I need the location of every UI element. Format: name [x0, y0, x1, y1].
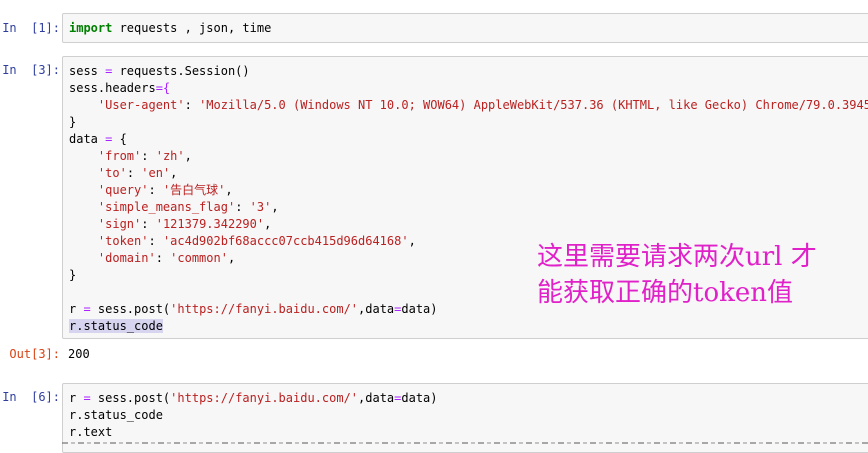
annotation-line-2: 能获取正确的token值	[537, 278, 793, 308]
code-token: 'from'	[97, 149, 142, 163]
code-token: :	[126, 166, 142, 180]
code-token: 'zh'	[155, 149, 185, 163]
code-line: 'to': 'en',	[69, 165, 868, 182]
code-token: r.status_code	[69, 319, 163, 333]
code-line: 'sign': '121379.342290',	[69, 216, 868, 233]
code-token: data)	[401, 391, 438, 405]
code-line: 'User-agent': 'Mozilla/5.0 (Windows NT 1…	[69, 97, 868, 114]
code-token: requests , json, time	[112, 21, 272, 35]
code-token: ,	[184, 149, 192, 163]
code-token: data)	[401, 302, 438, 316]
code-token: =	[83, 391, 91, 405]
code-token: }	[69, 268, 77, 282]
code-token: 'https://fanyi.baidu.com/'	[170, 302, 359, 316]
code-token: ,data	[358, 391, 395, 405]
code-token: data	[69, 132, 106, 146]
code-token: sess.headers	[69, 81, 156, 95]
code-token: {	[112, 132, 127, 146]
cell-1-code[interactable]: import requests , json, time	[63, 14, 868, 37]
code-line: sess = requests.Session()	[69, 63, 868, 80]
code-line: r.status_code	[69, 407, 868, 424]
code-token: ,data	[358, 302, 395, 316]
code-line: r.text	[69, 424, 868, 441]
code-token: import	[69, 21, 113, 35]
code-token: requests.Session()	[112, 64, 250, 78]
code-token: ,	[227, 251, 236, 265]
code-token: r	[69, 391, 84, 405]
annotation-line-1: 这里需要请求两次url 才	[537, 242, 817, 272]
code-token: 'sign'	[97, 217, 142, 231]
code-token: '告白气球'	[162, 183, 226, 197]
cell-1-prompt: In [1]:	[2, 21, 60, 35]
code-token: :	[235, 200, 250, 214]
code-token: :	[148, 234, 163, 248]
code-token: 'User-agent'	[97, 98, 185, 112]
code-token: :	[141, 149, 156, 163]
code-line: 'from': 'zh',	[69, 148, 868, 165]
cell-3-prompt: In [6]:	[2, 390, 60, 404]
code-token: 'domain'	[97, 251, 156, 265]
code-line: import requests , json, time	[69, 20, 868, 37]
code-line: r = sess.post('https://fanyi.baidu.com/'…	[69, 390, 868, 407]
code-token: :	[184, 98, 200, 112]
code-token: 'common'	[170, 251, 228, 265]
code-token: 'token'	[97, 234, 149, 248]
code-token: ,	[264, 217, 272, 231]
code-token: :	[148, 183, 163, 197]
code-token: =	[83, 302, 91, 316]
code-token: '121379.342290'	[155, 217, 265, 231]
code-token: 'to'	[97, 166, 127, 180]
code-cell-1[interactable]: import requests , json, time	[62, 13, 868, 43]
code-line: 'query': '告白气球',	[69, 182, 868, 199]
code-line: r.status_code	[69, 318, 868, 335]
code-token: r.status_code	[69, 408, 163, 422]
code-token: r	[69, 302, 84, 316]
cut-off-output-line	[62, 440, 868, 446]
code-token: 'query'	[97, 183, 149, 197]
output-prompt: Out[3]:	[9, 347, 60, 361]
code-token: sess.post(	[90, 391, 171, 405]
code-token: ={	[155, 81, 171, 95]
code-token: :	[141, 217, 156, 231]
code-line: }	[69, 114, 868, 131]
code-token: ,	[271, 200, 279, 214]
code-token: r.text	[69, 425, 113, 439]
code-token: ,	[408, 234, 416, 248]
code-line: sess.headers={	[69, 80, 868, 97]
code-token: 'Mozilla/5.0 (Windows NT 10.0; WOW64) Ap…	[199, 98, 868, 112]
cell-3-code[interactable]: r = sess.post('https://fanyi.baidu.com/'…	[63, 384, 868, 441]
output-value: 200	[68, 347, 90, 361]
code-token: :	[155, 251, 171, 265]
code-token: ,	[170, 166, 178, 180]
cell-2-prompt: In [3]:	[2, 63, 60, 77]
code-token: ,	[225, 183, 233, 197]
code-line: data = {	[69, 131, 868, 148]
code-token: '3'	[249, 200, 272, 214]
code-token: 'ac4d902bf68accc07ccb415d96d64168'	[162, 234, 409, 248]
annotation-text: 这里需要请求两次url 才 能获取正确的token值	[537, 239, 817, 311]
code-token: 'https://fanyi.baidu.com/'	[170, 391, 359, 405]
code-line: 'simple_means_flag': '3',	[69, 199, 868, 216]
code-token: }	[69, 115, 77, 129]
code-token: sess	[69, 64, 106, 78]
code-token: 'en'	[141, 166, 171, 180]
code-token: sess.post(	[90, 302, 171, 316]
code-token: 'simple_means_flag'	[97, 200, 236, 214]
